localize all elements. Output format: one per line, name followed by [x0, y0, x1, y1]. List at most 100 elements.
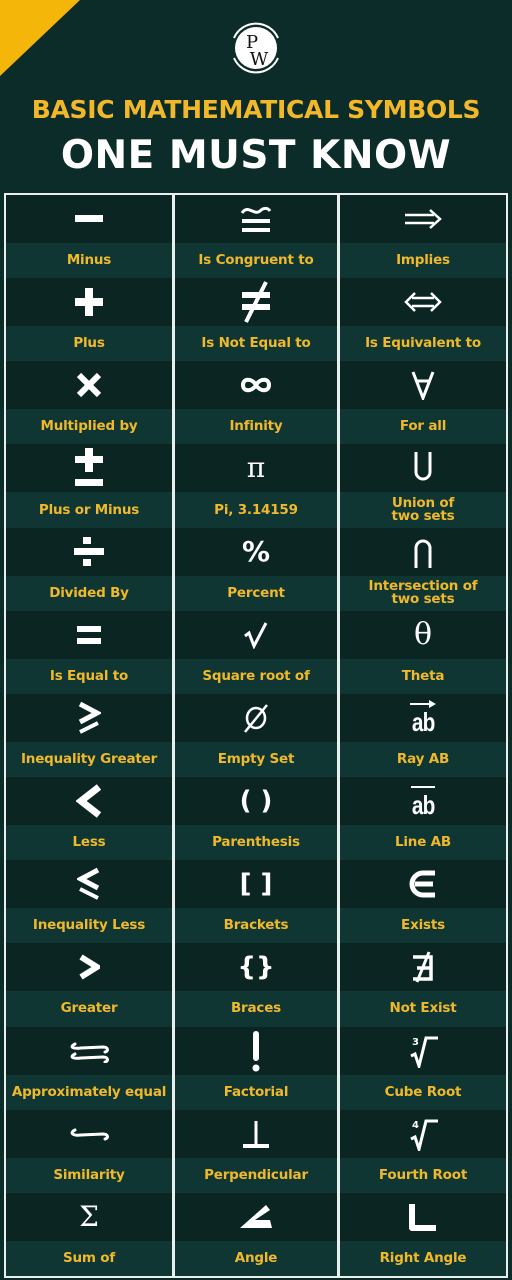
symbol-text: ab [411, 790, 435, 821]
symbol-label: Braces [175, 991, 337, 1027]
symbol-card: Is Not Equal to [175, 278, 337, 362]
symbol-label: Plus or Minus [6, 492, 172, 528]
plus-icon [6, 278, 172, 327]
svg-text:3: 3 [412, 1037, 419, 1048]
parenthesis-icon: ( ) [175, 777, 337, 826]
symbol-card: Is Equal to [6, 610, 172, 694]
symbol-label: Implies [340, 243, 506, 279]
corner-accent [0, 0, 80, 76]
symbol-label: Multiplied by [6, 409, 172, 445]
symbol-card: 4 Fourth Root [340, 1109, 506, 1193]
symbol-card: % Percent [175, 527, 337, 611]
symbol-label: Is Equivalent to [340, 326, 506, 362]
symbol-card: {} Braces [175, 943, 337, 1027]
intersection-icon [340, 527, 506, 576]
right-angle-icon [340, 1192, 506, 1241]
greater-equal-icon [6, 693, 172, 742]
symbol-card: ( ) Parenthesis [175, 777, 337, 861]
not-exists-icon [340, 943, 506, 992]
symbol-card: Is Equivalent to [340, 278, 506, 362]
for-all-icon [340, 361, 506, 410]
symbol-text: Σ [79, 1199, 99, 1233]
similarity-icon [6, 1109, 172, 1158]
symbol-label: Parenthesis [175, 825, 337, 861]
symbol-text: % [241, 534, 271, 568]
symbol-card: Divided By [6, 527, 172, 611]
symbol-label: Infinity [175, 409, 337, 445]
symbol-label: Is Equal to [6, 658, 172, 694]
square-root-icon [175, 610, 337, 659]
greater-than-icon [6, 943, 172, 992]
symbol-card: Not Exist [340, 943, 506, 1027]
implies-icon [340, 195, 506, 243]
empty-set-icon [175, 693, 337, 742]
symbol-label: Perpendicular [175, 1157, 337, 1193]
element-of-icon [340, 860, 506, 909]
fourth-root-icon: 4 [340, 1109, 506, 1158]
symbol-card: Implies [340, 195, 506, 279]
symbol-card: Greater [6, 943, 172, 1027]
symbol-card: ab Ray AB [340, 693, 506, 778]
symbol-card: Perpendicular [175, 1109, 337, 1193]
symbol-card: Factorial [175, 1026, 337, 1110]
sigma-icon: Σ [6, 1192, 172, 1241]
divide-icon [6, 527, 172, 576]
symbol-label: Inequality Greater [6, 741, 172, 778]
symbol-label: Not Exist [340, 991, 506, 1027]
symbol-label: Minus [6, 243, 172, 279]
symbol-label: Angle [175, 1240, 337, 1277]
angle-icon [175, 1192, 337, 1241]
symbol-card: Plus or Minus [6, 444, 172, 528]
symbol-card: Σ Sum of [6, 1192, 172, 1277]
symbol-label: Is Congruent to [175, 243, 337, 279]
symbol-card: θ Theta [340, 610, 506, 694]
symbol-text: ab [411, 706, 435, 737]
title-line-1: BASIC MATHEMATICAL SYMBOLS [31, 95, 481, 124]
symbol-card: Angle [175, 1192, 337, 1277]
symbol-card: Intersection of two sets [340, 527, 506, 611]
symbol-card: Union of two sets [340, 444, 506, 528]
plus-minus-icon [6, 444, 172, 493]
symbol-card: Exists [340, 860, 506, 944]
symbol-label: Divided By [6, 575, 172, 611]
symbol-card: Minus [6, 195, 172, 279]
svg-text:4: 4 [412, 1120, 419, 1131]
pi-icon: π [175, 444, 337, 493]
less-equal-icon [6, 860, 172, 909]
braces-icon: {} [175, 943, 337, 992]
logo-letter-w: W [250, 49, 269, 70]
symbol-card: Right Angle [340, 1192, 506, 1277]
infinity-icon [175, 361, 337, 410]
symbol-card: π Pi, 3.14159 [175, 444, 337, 528]
symbol-card: ab Line AB [340, 777, 506, 861]
symbol-card: Approximately equal [6, 1026, 172, 1110]
symbol-text: θ [413, 616, 433, 652]
symbol-label: Line AB [340, 825, 506, 861]
equivalent-icon [340, 278, 506, 327]
symbol-label: Pi, 3.14159 [175, 492, 337, 528]
symbol-card: Inequality Less [6, 860, 172, 944]
symbol-card: Is Congruent to [175, 195, 337, 279]
symbol-card: Plus [6, 278, 172, 362]
symbol-label: Plus [6, 326, 172, 362]
column-3: Implies Is Equivalent to For all Union of t… [340, 195, 506, 1277]
column-2: Is Congruent to Is Not Equal to Infinity π P… [175, 195, 337, 1277]
symbol-label: Right Angle [340, 1240, 506, 1277]
symbols-table: Minus Plus Multiplied by Plus or Minus Divid… [4, 193, 508, 1278]
symbol-card: Less [6, 777, 172, 861]
symbol-label: Less [6, 825, 172, 861]
perpendicular-icon [175, 1109, 337, 1158]
symbol-card: Multiplied by [6, 361, 172, 445]
column-1: Minus Plus Multiplied by Plus or Minus Divid… [6, 195, 172, 1277]
union-icon [340, 444, 506, 493]
symbol-label: Sum of [6, 1240, 172, 1277]
symbol-text: π [246, 451, 266, 485]
minus-icon [6, 195, 172, 243]
pw-logo: P W [233, 22, 279, 74]
symbol-text: [ ] [239, 869, 273, 900]
factorial-icon [175, 1026, 337, 1075]
symbol-label: Theta [340, 658, 506, 694]
symbol-label: Ray AB [340, 741, 506, 778]
symbol-card: Square root of [175, 610, 337, 694]
symbol-label: Union of two sets [340, 492, 506, 528]
